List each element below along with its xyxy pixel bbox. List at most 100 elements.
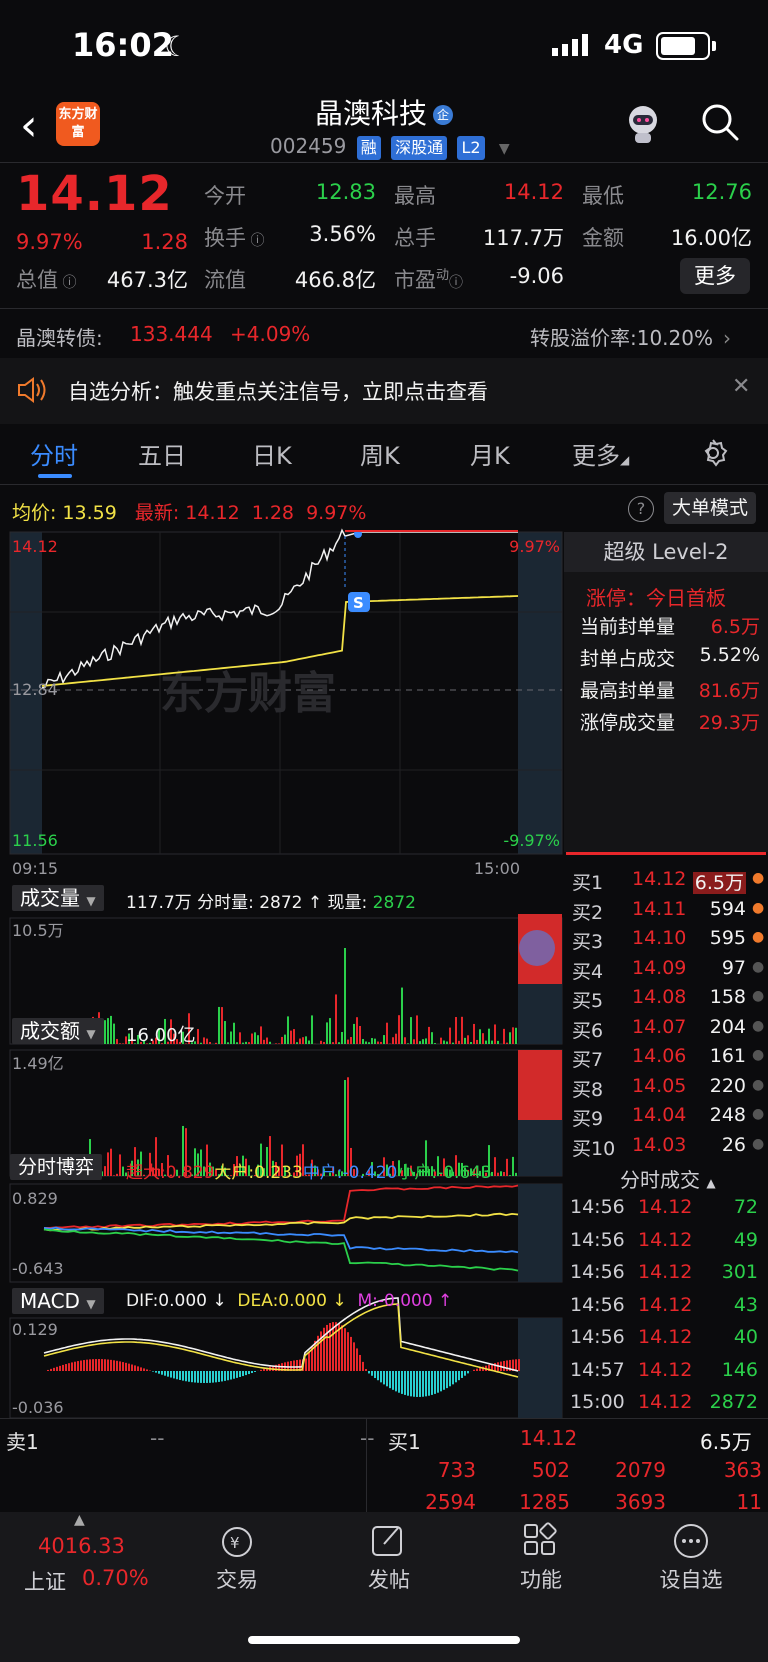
bar [449, 1027, 451, 1044]
bar [413, 1039, 415, 1044]
bar [305, 1036, 307, 1044]
macd-bar [428, 1371, 430, 1396]
tick-title[interactable]: 分时成交 ▲ [620, 1164, 716, 1193]
macd-bar [152, 1371, 154, 1372]
macd-selector[interactable]: MACD ▼ [12, 1288, 104, 1314]
tab-daily-k[interactable]: 日K [252, 436, 292, 471]
macd-bar [431, 1371, 433, 1395]
big-order-mode-button[interactable]: 大单模式 [664, 492, 756, 524]
dropdown-icon[interactable]: ▼ [499, 141, 510, 157]
macd-bar [461, 1371, 463, 1378]
bar [512, 1156, 514, 1176]
macd-bar [347, 1332, 349, 1371]
tab-monthly-k[interactable]: 月K [470, 436, 510, 471]
macd-bar [401, 1371, 403, 1394]
orderbook-price: 14.12 [632, 868, 687, 890]
orderbook-label: 买4 [572, 960, 604, 983]
amount-value: 16.00亿 [670, 226, 752, 250]
macd-bar [119, 1361, 121, 1371]
chevron-right-icon: › [723, 326, 731, 350]
zoom-button[interactable] [519, 930, 555, 966]
open-value: 12.83 [315, 180, 376, 204]
game-top: 0.829 [12, 1189, 58, 1208]
orderbook-qty: 161 [709, 1045, 746, 1067]
more-button[interactable]: 更多 [680, 258, 750, 294]
stock-code-row[interactable]: 002459 融 深股通 L2 ▼ [270, 134, 510, 160]
bar [251, 1033, 253, 1044]
trade-icon[interactable]: ¥ [216, 1524, 258, 1560]
moon-icon: ☾ [164, 30, 190, 63]
more-dots-icon[interactable] [672, 1522, 710, 1560]
macd-bar [230, 1371, 232, 1380]
info-icon[interactable]: ⓘ [246, 233, 264, 249]
bar [230, 1031, 232, 1044]
macd-bar [452, 1371, 454, 1385]
orderbook-qty: 248 [709, 1104, 746, 1126]
index-pct: 0.70% [82, 1566, 149, 1590]
macd-bar [98, 1359, 100, 1371]
close-icon[interactable]: ✕ [732, 374, 750, 399]
orderbook-price: 14.10 [632, 927, 687, 949]
speaker-icon [18, 377, 46, 403]
info-icon[interactable]: ⓘ [449, 275, 463, 291]
bar [362, 1038, 364, 1044]
axis-top: 14.12 [12, 537, 58, 556]
macd-bar [434, 1371, 436, 1394]
functions-icon[interactable] [522, 1522, 558, 1558]
macd-bar [251, 1371, 253, 1374]
bottom-quote-cell: 733 [437, 1458, 476, 1482]
post-icon[interactable] [370, 1522, 406, 1558]
bond-label[interactable]: 晶澳转债: [16, 322, 103, 351]
volume-selector[interactable]: 成交量 ▼ [12, 885, 104, 911]
macd-bar [350, 1336, 352, 1371]
settings-gear-icon[interactable] [698, 438, 728, 468]
bar [356, 1017, 358, 1044]
help-icon[interactable]: ? [628, 496, 654, 522]
watermark: 东方财富 [160, 668, 336, 719]
tab-intraday[interactable]: 分时 [30, 436, 78, 471]
tab-5day[interactable]: 五日 [138, 436, 186, 471]
notice-bar[interactable]: 自选分析：触发重点关注信号，立即点击查看 ✕ [0, 358, 768, 424]
tab-weekly-k[interactable]: 周K [360, 436, 400, 471]
bar [290, 1030, 292, 1044]
bar [197, 1029, 199, 1044]
bar [452, 1042, 454, 1044]
bar [308, 1040, 310, 1044]
nav-post[interactable]: 发帖 [352, 1564, 426, 1594]
macd-bar [455, 1371, 457, 1383]
nav-functions[interactable]: 功能 [504, 1564, 578, 1594]
chevron-up-icon[interactable]: ▲ [74, 1512, 85, 1528]
amount-selector[interactable]: 成交额 ▼ [12, 1018, 104, 1044]
nav-trade[interactable]: 交易 [200, 1564, 274, 1594]
bar [263, 1039, 265, 1044]
search-icon[interactable] [700, 102, 740, 142]
bar [248, 1042, 250, 1044]
volume-max: 10.5万 [12, 921, 64, 940]
tab-more[interactable]: 更多◢ [572, 436, 629, 471]
tick-time: 14:56 [570, 1261, 625, 1283]
macd-bar [245, 1371, 247, 1376]
macd-bar [173, 1371, 175, 1379]
macd-bar [362, 1361, 364, 1371]
macd-bar [380, 1371, 382, 1383]
bar [461, 1016, 463, 1044]
macd-bar [107, 1359, 109, 1371]
macd-bar [59, 1365, 61, 1371]
tick-volume: 72 [733, 1196, 758, 1218]
game-title[interactable]: 分时博弈 [10, 1154, 103, 1180]
nav-add-watch[interactable]: 设自选 [646, 1564, 736, 1594]
bottom-quote-cell: 2079 [615, 1458, 666, 1482]
macd-bar [65, 1364, 67, 1371]
assistant-robot-icon[interactable] [620, 100, 666, 146]
bar [104, 1166, 106, 1176]
volume-value: 117.7万 [482, 226, 564, 250]
chevron-down-icon: ▼ [86, 1297, 96, 1311]
macd-bar [143, 1368, 145, 1371]
bond-premium[interactable]: 转股溢价率:10.20% › [530, 322, 731, 351]
info-icon[interactable]: ⓘ [58, 275, 76, 291]
level2-row-label: 涨停成交量 [580, 712, 676, 734]
index-value[interactable]: 4016.33 [38, 1534, 125, 1558]
tick-price: 14.12 [638, 1326, 693, 1348]
bar [434, 1043, 436, 1044]
macd-bar [191, 1371, 193, 1383]
